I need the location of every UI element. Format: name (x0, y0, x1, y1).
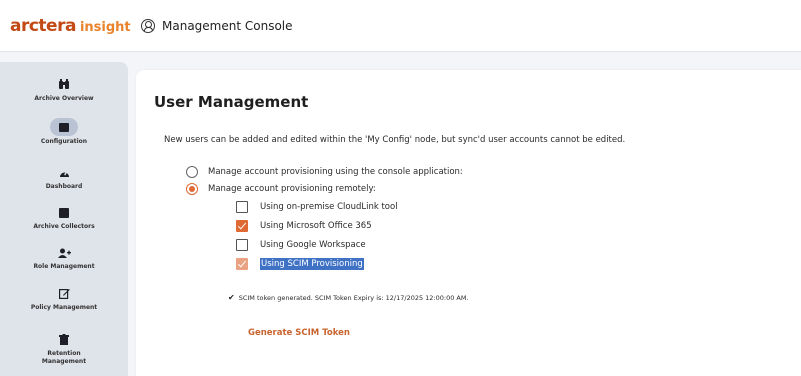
edit-icon (0, 288, 128, 302)
radio-label: Manage account provisioning using the co… (208, 167, 463, 177)
sidebar-item-label: Retention (47, 350, 81, 357)
page-title: User Management (154, 93, 309, 111)
users-icon (0, 248, 128, 261)
radio-button[interactable] (186, 183, 198, 195)
user-circle-icon (141, 19, 155, 33)
arctera-insight-logo[interactable]: arctera insight (10, 16, 131, 36)
collector-icon (0, 208, 128, 221)
top-bar: arctera insight Management Console (0, 0, 801, 52)
token-status-text: SCIM token generated. SCIM Token Expiry … (238, 294, 469, 302)
checkbox[interactable] (236, 220, 248, 232)
generate-scim-token-button[interactable]: Generate SCIM Token (248, 328, 350, 338)
sidebar-item-archive-overview[interactable]: Archive Overview (0, 79, 128, 103)
checkbox-label: Using Microsoft Office 365 (260, 221, 372, 231)
radio-label: Manage account provisioning remotely: (208, 184, 376, 194)
gauge-icon (0, 168, 128, 181)
trash-icon (0, 334, 128, 348)
sidebar-item-archive-collectors[interactable]: Archive Collectors (0, 208, 128, 231)
radio-button[interactable] (186, 166, 198, 178)
console-title: Management Console (162, 19, 293, 33)
sidebar-item-label: Policy Management (30, 304, 98, 311)
sidebar-item-policy-management[interactable]: Policy Management (0, 288, 128, 312)
checkbox[interactable] (236, 258, 248, 270)
logo-product: insight (79, 20, 131, 35)
sidebar-item-label: Management (41, 358, 87, 365)
binoculars-icon (0, 79, 128, 93)
checkbox-label: Using Google Workspace (260, 240, 366, 250)
logo-brand: arctera (10, 16, 76, 36)
checkbox[interactable] (236, 239, 248, 251)
page-description: New users can be added and edited within… (164, 135, 626, 145)
sidebar-item-role-management[interactable]: Role Management (0, 248, 128, 271)
checkbox-label: Using on-premise CloudLink tool (260, 202, 398, 212)
sidebar-item-configuration[interactable]: Configuration (0, 118, 128, 146)
checkmark-icon: ✔ (228, 293, 235, 302)
sidebar-item-label: Archive Overview (34, 95, 94, 102)
checkbox[interactable] (236, 201, 248, 213)
checkbox-label: Using SCIM Provisioning (260, 258, 364, 270)
sidebar-item-label: Archive Collectors (33, 223, 95, 230)
sidebar-item-retention-management[interactable]: Retention Management (0, 334, 128, 366)
sidebar-item-label: Role Management (33, 263, 95, 270)
sidebar: Archive Overview Configuration Dashboard… (0, 62, 128, 376)
sidebar-item-label: Configuration (40, 138, 88, 145)
config-icon (50, 118, 78, 136)
sidebar-item-dashboard[interactable]: Dashboard (0, 168, 128, 191)
sidebar-item-label: Dashboard (45, 183, 83, 190)
token-status: ✔ SCIM token generated. SCIM Token Expiry… (228, 293, 469, 302)
user-management-panel: User Management New users can be added a… (136, 70, 801, 376)
